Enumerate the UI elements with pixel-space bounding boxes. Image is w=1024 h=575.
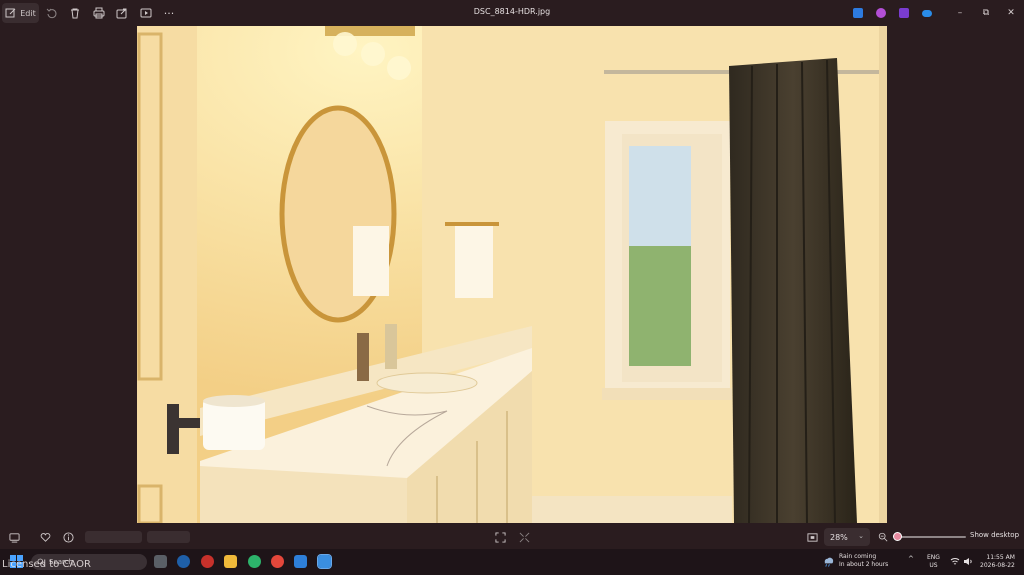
tray-chevron-icon[interactable]: ^ xyxy=(908,555,914,563)
clipchamp-icon[interactable] xyxy=(853,8,863,18)
taskbar: Search Rain coming In about 2 hours ^ EN… xyxy=(0,549,1024,575)
weather-widget[interactable]: Rain coming In about 2 hours xyxy=(822,553,888,569)
weather-line1: Rain coming xyxy=(839,553,877,560)
heart-icon xyxy=(40,532,50,542)
lang-line1: ENG xyxy=(927,554,940,561)
fit-icon xyxy=(494,531,506,543)
file-size-placeholder xyxy=(147,531,190,543)
fit-to-window-button[interactable] xyxy=(493,530,507,544)
ez-app-icon[interactable] xyxy=(201,555,214,568)
onenote-icon[interactable] xyxy=(899,8,909,18)
file-info-placeholder xyxy=(85,531,142,543)
zoom-out-icon xyxy=(878,532,888,542)
clock-time: 11:55 AM xyxy=(986,554,1015,561)
filmstrip-icon xyxy=(8,532,20,543)
onedrive-icon[interactable] xyxy=(922,10,932,17)
favorite-button[interactable] xyxy=(38,530,52,544)
photo-viewport[interactable] xyxy=(137,26,887,523)
filmstrip-button[interactable] xyxy=(7,530,21,544)
chevron-down-icon: ⌄ xyxy=(858,532,864,540)
edge-icon[interactable] xyxy=(248,555,261,568)
zoom-dropdown[interactable]: 28% ⌄ xyxy=(824,528,870,546)
volume-icon[interactable] xyxy=(963,557,973,566)
zoom-slider-thumb[interactable] xyxy=(893,532,903,541)
expand-icon xyxy=(519,532,529,542)
language-indicator[interactable]: ENG US xyxy=(927,554,940,570)
full-screen-button[interactable] xyxy=(517,530,531,544)
window-title: DSC_8814-HDR.jpg xyxy=(473,7,551,16)
task-view-icon[interactable] xyxy=(154,555,167,568)
system-clock[interactable]: 11:55 AM 2026-08-22 xyxy=(980,554,1015,570)
photos-icon[interactable] xyxy=(317,554,332,569)
info-button[interactable] xyxy=(61,530,75,544)
designer-icon[interactable] xyxy=(876,8,886,18)
actual-size-icon xyxy=(806,532,818,542)
zoom-out-button[interactable] xyxy=(876,530,890,544)
actual-size-button[interactable] xyxy=(805,530,819,544)
weather-line2: In about 2 hours xyxy=(839,561,889,568)
rain-cloud-icon xyxy=(824,557,834,567)
show-desktop-label[interactable]: Show desktop xyxy=(970,531,1019,539)
close-button[interactable]: ✕ xyxy=(1003,5,1019,21)
bathroom-photo xyxy=(137,26,887,523)
file-explorer-icon[interactable] xyxy=(224,555,237,568)
mail-icon[interactable] xyxy=(294,555,307,568)
chrome-icon[interactable] xyxy=(271,555,284,568)
minimize-button[interactable]: – xyxy=(952,5,968,21)
title-bar: Edit ··· DSC_8814-HDR.jpg – ⧉ ✕ xyxy=(0,0,1024,26)
maximize-button[interactable]: ⧉ xyxy=(978,5,994,21)
bottom-toolbar: 28% ⌄ Show desktop xyxy=(0,525,1024,549)
lang-line2: US xyxy=(929,562,938,569)
clock-date: 2026-08-22 xyxy=(980,562,1015,569)
wifi-icon[interactable] xyxy=(950,557,960,566)
zoom-slider-track[interactable] xyxy=(896,536,966,538)
license-watermark: Licensed to CAOR xyxy=(2,559,91,570)
info-icon xyxy=(62,531,74,543)
zoom-value: 28% xyxy=(830,532,848,542)
outlook-icon[interactable] xyxy=(177,555,190,568)
